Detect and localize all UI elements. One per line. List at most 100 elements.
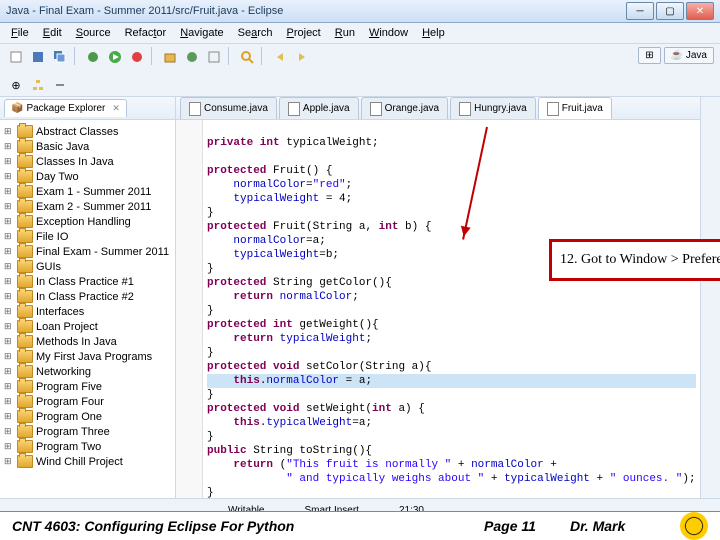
tree-item-label: Loan Project <box>36 321 98 333</box>
new-package-icon[interactable] <box>160 47 180 67</box>
menu-source[interactable]: Source <box>69 24 118 42</box>
save-all-icon[interactable] <box>50 47 70 67</box>
expand-icon[interactable]: ⊞ <box>4 246 14 257</box>
run-icon[interactable] <box>105 47 125 67</box>
tree-item[interactable]: ⊞Program Two <box>2 439 173 454</box>
expand-icon[interactable]: ⊞ <box>4 351 14 362</box>
menu-run[interactable]: Run <box>328 24 362 42</box>
expand-icon[interactable]: ⊞ <box>4 186 14 197</box>
expand-icon[interactable]: ⊞ <box>4 336 14 347</box>
tree-item-label: Classes In Java <box>36 156 114 168</box>
folder-icon <box>17 140 33 153</box>
editor-tab[interactable]: Apple.java <box>279 97 359 119</box>
tree-item-label: In Class Practice #2 <box>36 291 134 303</box>
save-icon[interactable] <box>28 47 48 67</box>
editor-tab[interactable]: Fruit.java <box>538 97 612 119</box>
expand-icon[interactable]: ⊞ <box>4 426 14 437</box>
code-editor[interactable]: private int private int typicalWeight;ty… <box>176 120 700 498</box>
open-perspective-button[interactable]: ⊞ <box>638 47 660 64</box>
callout-text: 12. Got to Window > Preferences. <box>560 252 720 267</box>
editor-tab[interactable]: Orange.java <box>361 97 448 119</box>
expand-icon[interactable]: ⊞ <box>4 366 14 377</box>
menu-search[interactable]: Search <box>231 24 280 42</box>
menu-project[interactable]: Project <box>280 24 328 42</box>
folder-icon <box>17 155 33 168</box>
expand-icon[interactable]: ⊞ <box>4 201 14 212</box>
tree-item-label: Program One <box>36 411 102 423</box>
expand-icon[interactable]: ⊞ <box>4 441 14 452</box>
close-icon[interactable]: ✕ <box>112 103 120 114</box>
close-button[interactable]: ✕ <box>686 2 714 20</box>
tree-item[interactable]: ⊞Interfaces <box>2 304 173 319</box>
expand-icon[interactable]: ⊞ <box>4 276 14 287</box>
menu-navigate[interactable]: Navigate <box>173 24 230 42</box>
folder-icon <box>17 170 33 183</box>
expand-icon[interactable]: ⊞ <box>4 171 14 182</box>
tree-item[interactable]: ⊞ Classes In Java <box>2 154 173 169</box>
tree-item-label: Exam 1 - Summer 2011 <box>36 186 151 198</box>
tree-item[interactable]: ⊞File IO <box>2 229 173 244</box>
tree-item[interactable]: ⊞Networking <box>2 364 173 379</box>
tree-item[interactable]: ⊞Program Five <box>2 379 173 394</box>
link-icon[interactable] <box>50 75 70 95</box>
expand-icon[interactable]: ⊞ <box>4 216 14 227</box>
menu-file[interactable]: File <box>4 24 36 42</box>
outline-strip[interactable] <box>700 97 720 498</box>
java-perspective-button[interactable]: ☕ Java <box>664 47 714 64</box>
nav-back-icon[interactable] <box>270 47 290 67</box>
menu-help[interactable]: Help <box>415 24 452 42</box>
expand-icon[interactable]: ⊞ <box>4 381 14 392</box>
tree-item[interactable]: ⊞Program Three <box>2 424 173 439</box>
open-type-icon[interactable] <box>204 47 224 67</box>
tree-item[interactable]: ⊞ Exam 1 - Summer 2011 <box>2 184 173 199</box>
tree-item-label: Wind Chill Project <box>36 456 123 468</box>
minimize-button[interactable]: ─ <box>626 2 654 20</box>
expand-icon[interactable]: ⊞ <box>4 306 14 317</box>
expand-icon[interactable]: ⊞ <box>4 456 14 467</box>
expand-icon[interactable]: ⊞ <box>4 156 14 167</box>
editor-tab[interactable]: Hungry.java <box>450 97 536 119</box>
tree-item[interactable]: ⊞ Methods In Java <box>2 334 173 349</box>
expand-icon[interactable]: ⊞ <box>4 261 14 272</box>
menu-edit[interactable]: Edit <box>36 24 69 42</box>
tree-item[interactable]: ⊞My First Java Programs <box>2 349 173 364</box>
tree-item[interactable]: ⊞Exam 2 - Summer 2011 <box>2 199 173 214</box>
debug-icon[interactable] <box>83 47 103 67</box>
new-icon[interactable] <box>6 47 26 67</box>
tree-item[interactable]: ⊞Basic Java <box>2 139 173 154</box>
code-lines[interactable]: private int private int typicalWeight;ty… <box>203 120 700 498</box>
expand-icon[interactable]: ⊕ <box>6 75 26 95</box>
expand-icon[interactable]: ⊞ <box>4 231 14 242</box>
tree-item[interactable]: ⊞Abstract Classes <box>2 124 173 139</box>
hierarchy-icon[interactable] <box>28 75 48 95</box>
expand-icon[interactable]: ⊞ <box>4 411 14 422</box>
menu-refactor[interactable]: Refactor <box>118 24 174 42</box>
search-icon[interactable] <box>237 47 257 67</box>
maximize-button[interactable]: ▢ <box>656 2 684 20</box>
new-class-icon[interactable] <box>182 47 202 67</box>
tree-item[interactable]: ⊞In Class Practice #1 <box>2 274 173 289</box>
java-file-icon <box>459 102 471 116</box>
tree-item[interactable]: ⊞Exception Handling <box>2 214 173 229</box>
expand-icon[interactable]: ⊞ <box>4 291 14 302</box>
folder-icon <box>17 275 33 288</box>
expand-icon[interactable]: ⊞ <box>4 141 14 152</box>
editor-tab[interactable]: Consume.java <box>180 97 277 119</box>
tree-item[interactable]: ⊞ Program One <box>2 409 173 424</box>
tree-item[interactable]: ⊞Day Two <box>2 169 173 184</box>
tree-item[interactable]: ⊞Program Four <box>2 394 173 409</box>
expand-icon[interactable]: ⊞ <box>4 396 14 407</box>
expand-icon[interactable]: ⊞ <box>4 321 14 332</box>
tree-item-label: Methods In Java <box>36 336 117 348</box>
tree-item[interactable]: ⊞ Wind Chill Project <box>2 454 173 469</box>
run-ext-icon[interactable] <box>127 47 147 67</box>
expand-icon[interactable]: ⊞ <box>4 126 14 137</box>
tree-item[interactable]: ⊞ In Class Practice #2 <box>2 289 173 304</box>
tree-item[interactable]: ⊞Final Exam - Summer 2011 <box>2 244 173 259</box>
nav-fwd-icon[interactable] <box>292 47 312 67</box>
project-tree[interactable]: ⊞Abstract Classes⊞Basic Java⊞Classes In … <box>0 120 175 498</box>
menu-window[interactable]: Window <box>362 24 415 42</box>
tree-item[interactable]: ⊞ Loan Project <box>2 319 173 334</box>
package-explorer-tab[interactable]: 📦 Package Explorer ✕ <box>4 99 127 117</box>
tree-item[interactable]: ⊞GUIs <box>2 259 173 274</box>
